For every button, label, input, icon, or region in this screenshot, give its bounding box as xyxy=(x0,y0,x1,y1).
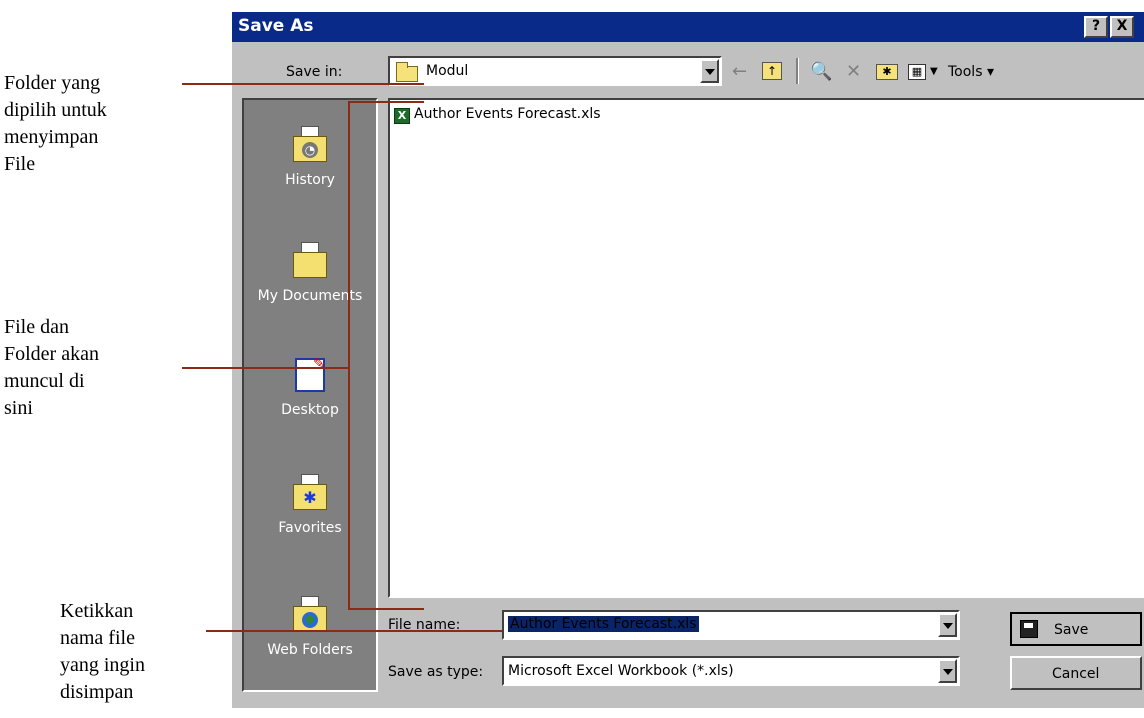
annotation-line: disimpan xyxy=(60,681,134,703)
annotation-line: yang ingin xyxy=(60,654,145,676)
annotation-line: Ketikkan xyxy=(60,600,134,622)
annotation-files: File dan Folder akan muncul di sini xyxy=(4,314,99,422)
annotation-folder: Folder yang dipilih untuk menyimpan File xyxy=(4,70,107,178)
save-button[interactable]: Save xyxy=(1010,612,1142,646)
toolbar-separator xyxy=(796,58,799,84)
help-button[interactable]: ? xyxy=(1084,16,1108,38)
delete-icon[interactable]: ✕ xyxy=(846,60,861,84)
bracket-vertical xyxy=(348,101,350,610)
folder-icon xyxy=(396,62,418,82)
place-web-folders[interactable]: ● Web Folders xyxy=(244,596,376,658)
leader-line-files xyxy=(182,367,350,369)
title-bar: Save As ? X xyxy=(232,12,1144,42)
bracket-top xyxy=(348,101,424,103)
save-in-dropdown[interactable]: Modul xyxy=(388,56,722,86)
places-bar: ◔ History My Documents ✎ Desktop ✱ Favor… xyxy=(242,98,378,692)
annotation-line: File xyxy=(4,153,36,175)
tools-label: Tools xyxy=(948,64,983,80)
save-button-label: Save xyxy=(1054,622,1089,638)
annotation-line: nama file xyxy=(60,627,135,649)
floppy-disk-icon xyxy=(1020,620,1038,638)
chevron-down-icon[interactable] xyxy=(938,659,957,683)
annotation-filename: Ketikkan nama file yang ingin disimpan xyxy=(60,598,145,706)
views-icon[interactable]: ▦ xyxy=(908,64,926,80)
place-desktop[interactable]: ✎ Desktop xyxy=(244,356,376,418)
search-web-icon[interactable]: 🔍 xyxy=(810,60,832,84)
file-name-input[interactable]: Author Events Forecast.xls xyxy=(502,610,960,640)
place-favorites[interactable]: ✱ Favorites xyxy=(244,474,376,536)
chevron-down-icon[interactable] xyxy=(700,59,719,83)
bracket-bottom xyxy=(348,608,424,610)
desktop-icon: ✎ xyxy=(293,356,327,396)
favorites-icon: ✱ xyxy=(293,474,327,514)
save-as-dialog: Save As ? X Save in: Modul ← ↑ 🔍 ✕ ✱ ▦ ▼… xyxy=(232,12,1144,708)
file-name-value: Author Events Forecast.xls xyxy=(508,616,699,632)
place-my-documents[interactable]: My Documents xyxy=(244,242,376,304)
save-in-value: Modul xyxy=(426,63,469,79)
place-history[interactable]: ◔ History xyxy=(244,126,376,188)
cancel-button-label: Cancel xyxy=(1052,666,1100,682)
annotation-line: dipilih untuk xyxy=(4,99,107,121)
save-as-type-dropdown[interactable]: Microsoft Excel Workbook (*.xls) xyxy=(502,656,960,686)
tools-menu[interactable]: Tools ▾ xyxy=(948,60,994,84)
annotation-line: muncul di xyxy=(4,370,85,392)
back-icon[interactable]: ← xyxy=(732,60,747,84)
my-documents-icon xyxy=(293,242,327,282)
history-icon: ◔ xyxy=(293,126,327,166)
place-label: Web Folders xyxy=(267,642,353,658)
up-folder-icon[interactable]: ↑ xyxy=(762,62,782,80)
close-button[interactable]: X xyxy=(1110,16,1134,38)
annotation-line: sini xyxy=(4,397,33,419)
save-as-type-value: Microsoft Excel Workbook (*.xls) xyxy=(508,663,734,679)
chevron-down-icon[interactable] xyxy=(938,613,957,637)
save-as-type-label: Save as type: xyxy=(388,664,484,680)
views-dropdown-icon[interactable]: ▼ xyxy=(930,60,938,84)
save-in-label: Save in: xyxy=(286,64,343,80)
file-name-text: Author Events Forecast.xls xyxy=(414,106,601,122)
file-list[interactable]: X Author Events Forecast.xls xyxy=(388,98,1144,598)
annotation-line: menyimpan xyxy=(4,126,99,148)
leader-line-filename xyxy=(206,630,502,632)
place-label: Desktop xyxy=(281,402,339,418)
annotation-line: Folder yang xyxy=(4,72,101,94)
new-folder-icon[interactable]: ✱ xyxy=(876,64,898,80)
leader-line-folder xyxy=(182,83,424,85)
dialog-title: Save As xyxy=(238,16,314,36)
place-label: Favorites xyxy=(278,520,342,536)
annotation-line: Folder akan xyxy=(4,343,99,365)
cancel-button[interactable]: Cancel xyxy=(1010,656,1142,690)
place-label: History xyxy=(285,172,335,188)
place-label: My Documents xyxy=(257,288,363,304)
annotation-line: File dan xyxy=(4,316,69,338)
excel-file-icon: X xyxy=(394,108,410,124)
